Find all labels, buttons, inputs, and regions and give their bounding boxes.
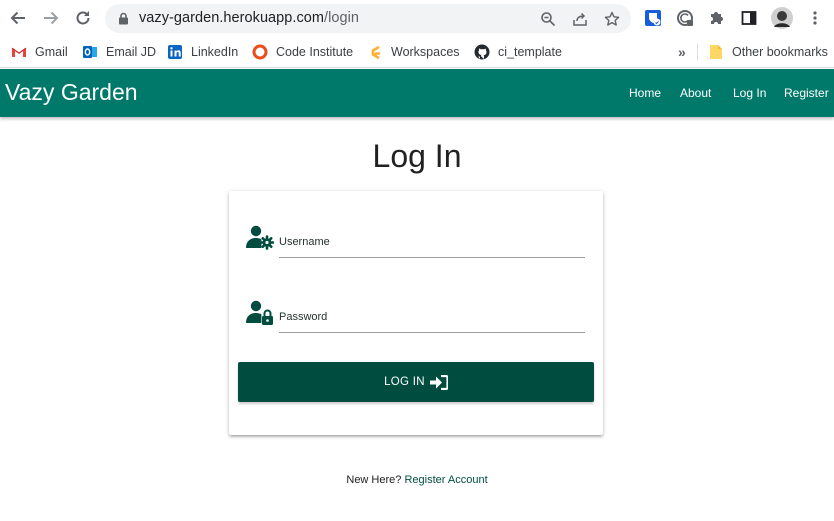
outlook-icon — [82, 44, 98, 60]
bookmark-workspaces[interactable]: Workspaces — [367, 42, 460, 62]
star-icon — [604, 11, 620, 26]
lock-icon — [119, 12, 128, 25]
side-panel-button[interactable] — [739, 8, 759, 28]
bookmarks-divider — [697, 44, 698, 60]
chevron-double-right-icon: » — [678, 44, 686, 60]
extension-grammarly[interactable] — [675, 8, 695, 28]
page-title: Log In — [372, 138, 462, 174]
nav-register[interactable]: Register — [784, 86, 829, 100]
bookmark-other-bookmarks[interactable]: Other bookmarks — [708, 42, 828, 62]
sign-in-icon — [429, 374, 448, 390]
url-domain: vazy-garden.herokuapp.com — [139, 10, 325, 26]
bookmark-label: Email JD — [106, 45, 157, 59]
grammarly-icon — [677, 10, 693, 26]
puzzle-icon — [711, 12, 723, 24]
brand-logo[interactable]: Vazy Garden — [5, 79, 138, 106]
user-lock-icon — [246, 300, 273, 325]
username-input[interactable] — [279, 257, 585, 258]
profile-button[interactable] — [771, 7, 793, 29]
gmail-icon — [11, 44, 27, 60]
extension-bitwarden[interactable] — [643, 8, 663, 28]
side-panel-icon — [741, 11, 757, 25]
bookmark-linkedin[interactable]: LinkedIn — [167, 42, 238, 62]
bookmark-label: ci_template — [498, 45, 562, 59]
reload-icon — [76, 11, 90, 25]
more-vert-icon — [813, 11, 817, 25]
bookmark-label: Other bookmarks — [732, 45, 828, 59]
nav-login[interactable]: Log In — [733, 86, 766, 100]
user-cog-icon — [246, 225, 274, 250]
arrow-left-icon — [10, 11, 25, 25]
username-label: Username — [279, 236, 330, 248]
share-icon — [573, 12, 587, 26]
avatar — [771, 7, 793, 29]
bookmark-ci-template[interactable]: ci_template — [474, 42, 562, 62]
nav-home[interactable]: Home — [629, 86, 661, 100]
code-institute-icon — [252, 44, 268, 60]
password-input[interactable] — [279, 332, 585, 333]
forward-button[interactable] — [41, 8, 61, 28]
password-label: Password — [279, 311, 328, 323]
bookmarks-bar: Gmail Email JD LinkedIn Code Institute W… — [0, 36, 834, 68]
bookmark-gmail[interactable]: Gmail — [11, 42, 68, 62]
address-bar[interactable]: vazy-garden.herokuapp.com/login — [105, 4, 631, 33]
browser-menu-button[interactable] — [805, 8, 825, 28]
bookmark-label: Code Institute — [276, 45, 354, 59]
bookmark-code-institute[interactable]: Code Institute — [252, 42, 353, 62]
username-field[interactable]: Username — [246, 224, 586, 264]
github-icon — [474, 44, 490, 60]
register-prompt: New Here? — [346, 474, 402, 486]
login-card: Username Password LOG IN — [229, 191, 603, 435]
site-navbar: Vazy Garden Home About Log In Register — [0, 69, 834, 117]
share-button[interactable] — [571, 10, 589, 28]
login-button-label: LOG IN — [384, 376, 425, 388]
register-account-link[interactable]: Register Account — [404, 474, 487, 486]
bookmark-email-jd[interactable]: Email JD — [82, 42, 156, 62]
login-button[interactable]: LOG IN — [238, 362, 594, 402]
nav-about[interactable]: About — [680, 86, 711, 100]
bookmarks-overflow-button[interactable]: » — [678, 42, 686, 62]
reload-button[interactable] — [73, 8, 93, 28]
back-button[interactable] — [8, 8, 28, 28]
bitwarden-icon — [645, 10, 661, 26]
register-prompt-line: New Here? Register Account — [0, 474, 834, 486]
linkedin-icon — [167, 44, 183, 60]
extensions-button[interactable] — [707, 8, 727, 28]
bookmark-label: LinkedIn — [191, 45, 239, 59]
bookmark-label: Gmail — [35, 45, 68, 59]
bookmark-star-button[interactable] — [603, 10, 621, 28]
bookmark-label: Workspaces — [391, 45, 460, 59]
folder-icon — [708, 44, 724, 60]
password-field[interactable]: Password — [246, 299, 586, 339]
arrow-right-icon — [44, 11, 59, 25]
url-path: /login — [324, 10, 359, 26]
browser-toolbar: vazy-garden.herokuapp.com/login — [0, 0, 834, 36]
zoom-button[interactable] — [539, 10, 557, 28]
gitpod-icon — [367, 44, 383, 60]
url-text: vazy-garden.herokuapp.com/login — [139, 10, 359, 26]
zoom-icon — [541, 12, 556, 27]
